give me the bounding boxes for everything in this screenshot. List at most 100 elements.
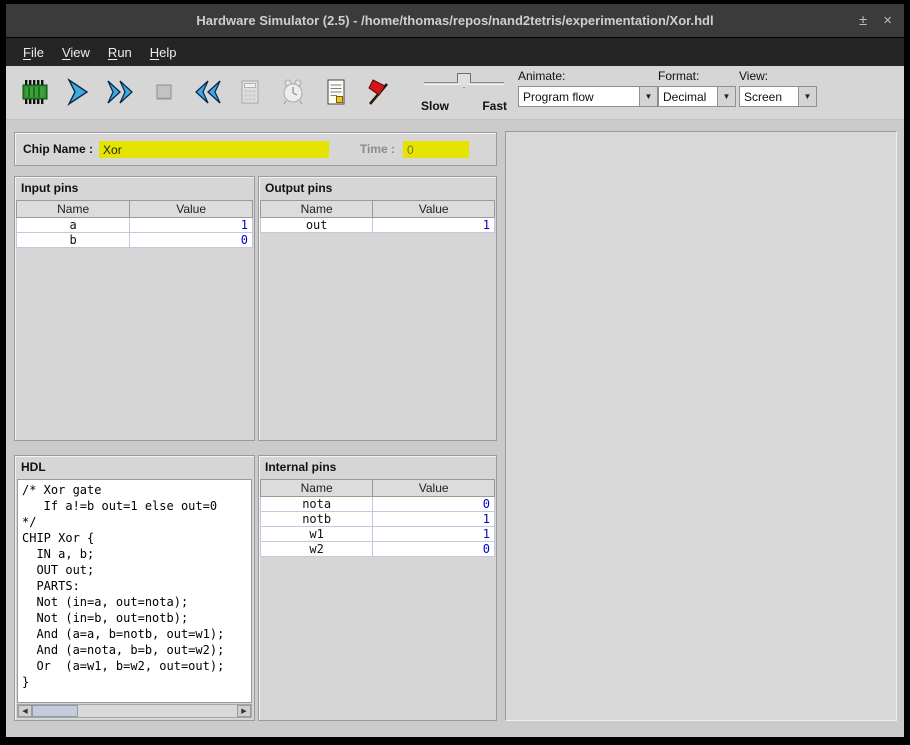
chevron-down-icon[interactable]: ▼ [798,87,816,106]
format-label: Format: [658,69,736,83]
scroll-left-icon[interactable]: ◀ [18,705,32,717]
breakpoints-button[interactable] [360,71,398,113]
output-pins-table: Name Value out 1 [260,200,495,233]
calculator-button[interactable] [231,71,269,113]
scroll-right-icon[interactable]: ▶ [237,705,251,717]
speed-slider: Slow Fast [420,72,508,116]
minimize-button[interactable]: ± [859,13,867,28]
pin-value: 1 [373,527,495,542]
clock-icon [278,77,308,107]
hdl-horizontal-scrollbar: ◀ ▶ [17,704,252,718]
internal-pins-table: Name Value nota 0 notb 1 w1 1 [260,479,495,557]
breakpoints-icon [364,77,394,107]
single-step-button[interactable] [59,71,97,113]
hdl-title: HDL [15,456,254,476]
animate-value: Program flow [519,87,639,106]
pin-value: 0 [373,542,495,557]
load-chip-button[interactable] [16,71,54,113]
input-pins-table: Name Value a 1 b 0 [16,200,253,248]
table-row: a 1 [17,218,253,233]
content-area: Chip Name : Xor Time : 0 Input pins Name… [6,120,904,737]
speed-slider-thumb[interactable] [457,73,471,88]
time-field: 0 [403,141,469,158]
chip-name-field[interactable]: Xor [99,141,329,158]
clock-button[interactable] [274,71,312,113]
reset-button[interactable] [188,71,226,113]
close-button[interactable]: × [883,13,892,28]
slider-slow-label: Slow [421,99,449,113]
column-header-name: Name [17,201,130,218]
pin-name: nota [261,497,373,512]
input-pins-title: Input pins [15,177,254,197]
output-pins-title: Output pins [259,177,496,197]
screen-view-panel [505,131,897,721]
output-pins-panel: Output pins Name Value out 1 [258,176,497,441]
table-row: nota 0 [261,497,495,512]
run-icon [106,77,136,107]
chevron-down-icon[interactable]: ▼ [639,87,657,106]
pin-value[interactable]: 1 [130,218,253,233]
pin-name: b [17,233,130,248]
view-value: Screen [740,87,798,106]
column-header-value: Value [373,480,495,497]
scrollbar-thumb[interactable] [32,705,78,717]
slider-fast-label: Fast [482,99,507,113]
scrollbar-track[interactable] [78,705,237,717]
table-row: w2 0 [261,542,495,557]
hardware-simulator-window: Hardware Simulator (2.5) - /home/thomas/… [6,4,904,737]
window-controls: ± × [859,4,892,37]
column-header-value: Value [373,201,495,218]
stop-button[interactable] [145,71,183,113]
chip-name-bar: Chip Name : Xor Time : 0 [14,132,497,166]
animate-combobox[interactable]: Program flow ▼ [518,86,658,107]
table-row: out 1 [261,218,495,233]
pin-value[interactable]: 0 [130,233,253,248]
hdl-code: /* Xor gate If a!=b out=1 else out=0 */ … [17,479,252,703]
table-row: notb 1 [261,512,495,527]
input-pins-panel: Input pins Name Value a 1 b 0 [14,176,255,441]
titlebar: Hardware Simulator (2.5) - /home/thomas/… [6,4,904,38]
window-title: Hardware Simulator (2.5) - /home/thomas/… [6,13,904,28]
pin-name: a [17,218,130,233]
view-combobox[interactable]: Screen ▼ [739,86,817,107]
view-label: View: [739,69,817,83]
reset-icon [192,77,222,107]
view-hdl-button[interactable] [317,71,355,113]
menu-help[interactable]: Help [141,40,186,65]
menu-run[interactable]: Run [99,40,141,65]
internal-pins-title: Internal pins [259,456,496,476]
menu-file[interactable]: File [14,40,53,65]
pin-value: 1 [373,218,495,233]
pin-name: out [261,218,373,233]
single-step-icon [63,77,93,107]
internal-pins-panel: Internal pins Name Value nota 0 notb 1 [258,455,497,721]
time-label: Time : [360,142,395,156]
hdl-panel: HDL /* Xor gate If a!=b out=1 else out=0… [14,455,255,721]
chip-name-label: Chip Name : [23,142,93,156]
format-combo-block: Format: Decimal ▼ [658,69,736,107]
chevron-down-icon[interactable]: ▼ [717,87,735,106]
pin-value: 1 [373,512,495,527]
run-button[interactable] [102,71,140,113]
format-combobox[interactable]: Decimal ▼ [658,86,736,107]
column-header-name: Name [261,201,373,218]
animate-combo-block: Animate: Program flow ▼ [518,69,658,107]
load-chip-icon [20,77,50,107]
animate-label: Animate: [518,69,658,83]
calculator-icon [235,77,265,107]
column-header-value: Value [130,201,253,218]
pin-name: notb [261,512,373,527]
column-header-name: Name [261,480,373,497]
table-row: w1 1 [261,527,495,542]
menu-view[interactable]: View [53,40,99,65]
format-value: Decimal [659,87,717,106]
view-combo-block: View: Screen ▼ [739,69,817,107]
table-row: b 0 [17,233,253,248]
menubar: File View Run Help [6,38,904,66]
pin-name: w1 [261,527,373,542]
pin-name: w2 [261,542,373,557]
stop-icon [149,77,179,107]
view-hdl-icon [321,77,351,107]
pin-value: 0 [373,497,495,512]
toolbar: Slow Fast Animate: Program flow ▼ Format… [6,66,904,120]
